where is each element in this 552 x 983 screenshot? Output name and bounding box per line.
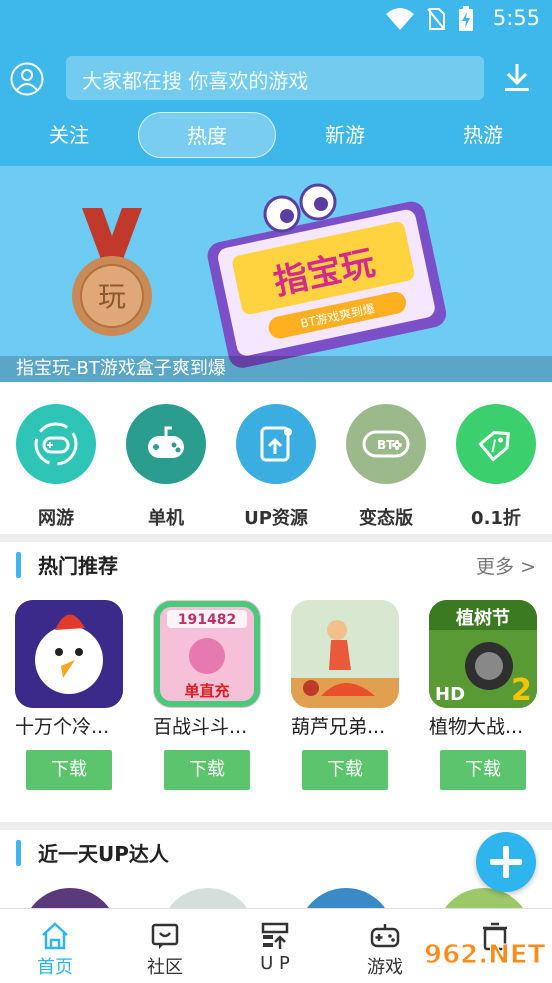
tab-follow[interactable]: 关注 <box>0 112 138 158</box>
game-icon: 植树节 HD 2 <box>429 600 537 708</box>
hot-section-header: 热门推荐 更多 > <box>0 542 552 586</box>
section-divider <box>0 534 552 542</box>
game-card[interactable]: 葫芦兄弟... 下载 <box>291 600 401 790</box>
gamepad-icon <box>126 404 206 484</box>
download-button[interactable]: 下载 <box>302 750 388 790</box>
battery-charging-icon <box>459 6 473 31</box>
nav-item-community[interactable]: 社区 <box>110 909 220 983</box>
game-card[interactable]: 191482 单直充 百战斗斗... 下载 <box>153 600 263 790</box>
wifi-icon <box>386 8 414 30</box>
section-accent-bar <box>16 840 21 866</box>
game-icon: 191482 单直充 <box>153 600 261 708</box>
search-placeholder: 大家都在搜 你喜欢的游戏 <box>82 69 309 93</box>
download-button[interactable]: 下载 <box>440 750 526 790</box>
search-input[interactable]: 大家都在搜 你喜欢的游戏 <box>66 56 484 100</box>
chat-icon <box>151 923 179 949</box>
up-section-header: 近一天UP达人 <box>0 830 552 874</box>
category-row: 网游 单机 UP资源 BT 变态版 0.1折 <box>0 382 552 532</box>
watermark-sub: 乐游网 <box>498 964 538 979</box>
banner-caption: 指宝玩-BT游戏盒子爽到爆 <box>16 358 226 379</box>
feed-tabs: 关注 热度 新游 热游 <box>0 112 552 158</box>
medal-text: 玩 <box>98 280 126 313</box>
section-accent-bar <box>16 552 21 578</box>
game-card[interactable]: 植树节 HD 2 植物大战... 下载 <box>429 600 539 790</box>
up-upload-icon <box>261 922 289 949</box>
category-bt[interactable]: BT 变态版 <box>346 404 426 530</box>
nav-label: 首页 <box>37 957 73 978</box>
game-icon <box>15 600 123 708</box>
app-header: 5:55 大家都在搜 你喜欢的游戏 关注 热度 新游 热游 <box>0 0 552 166</box>
status-time: 5:55 <box>492 6 540 30</box>
hot-section-title: 热门推荐 <box>38 554 118 578</box>
up-section-title: 近一天UP达人 <box>38 842 169 866</box>
category-label: 变态版 <box>359 508 413 529</box>
game-card[interactable]: 十万个冷... 下载 <box>15 600 125 790</box>
status-bar: 5:55 <box>0 0 552 40</box>
game-tag: 单直充 <box>184 682 229 700</box>
tab-new-games[interactable]: 新游 <box>276 112 414 158</box>
gamepad-nav-icon <box>370 924 400 948</box>
category-label: 网游 <box>38 508 74 529</box>
user-avatar-icon[interactable] <box>10 62 44 96</box>
download-button[interactable]: 下载 <box>164 750 250 790</box>
game-name: 十万个冷... <box>15 716 110 738</box>
game-badge: 191482 <box>178 612 236 628</box>
category-online[interactable]: 网游 <box>16 404 96 530</box>
add-post-button[interactable] <box>476 832 536 892</box>
game-name: 百战斗斗... <box>153 716 248 738</box>
download-icon[interactable] <box>502 62 532 94</box>
game-name: 葫芦兄弟... <box>291 716 386 738</box>
nav-label: 社区 <box>147 957 183 978</box>
tab-hot[interactable]: 热度 <box>138 112 276 158</box>
svg-text:2: 2 <box>511 673 532 708</box>
bt-gamepad-icon: BT <box>346 404 426 484</box>
download-button[interactable]: 下载 <box>26 750 112 790</box>
tab-popular-games[interactable]: 热游 <box>414 112 552 158</box>
discount-tag-icon <box>456 404 536 484</box>
section-divider <box>0 822 552 830</box>
game-hd-label: HD <box>435 684 465 705</box>
no-sim-icon <box>427 8 445 30</box>
share-upload-icon <box>236 404 316 484</box>
category-label: 0.1折 <box>471 508 521 529</box>
status-icons <box>386 6 474 32</box>
category-single[interactable]: 单机 <box>126 404 206 530</box>
category-discount[interactable]: 0.1折 <box>456 404 536 530</box>
home-icon <box>42 922 68 950</box>
category-up-resources[interactable]: UP资源 <box>236 404 316 530</box>
category-label: 单机 <box>148 508 184 529</box>
nav-item-up[interactable]: U P <box>220 909 330 983</box>
game-tag: 植树节 <box>456 607 510 629</box>
category-label: UP资源 <box>244 508 308 529</box>
nav-label: U P <box>260 953 290 974</box>
nav-item-home[interactable]: 首页 <box>0 909 110 983</box>
gamepad-wifi-icon <box>16 404 96 484</box>
promo-banner[interactable]: 玩 指宝玩 BT游戏爽到爆 指宝玩-BT游戏盒子爽到爆 <box>0 166 552 382</box>
more-link[interactable]: 更多 > <box>476 552 536 579</box>
game-icon <box>291 600 399 708</box>
game-name: 植物大战... <box>429 716 524 738</box>
banner-illustration: 玩 指宝玩 BT游戏爽到爆 <box>72 183 447 368</box>
